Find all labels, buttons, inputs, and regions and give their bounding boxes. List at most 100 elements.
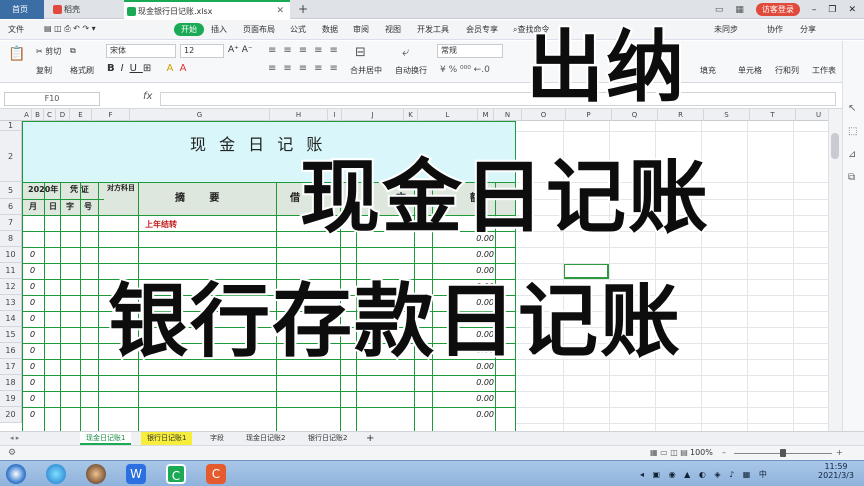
paste-icon[interactable]: 📋 (8, 46, 25, 62)
month-cell[interactable]: 0 (30, 362, 35, 371)
zoom-in-icon[interactable]: + (836, 448, 843, 457)
vertical-scrollbar[interactable] (828, 109, 842, 431)
row-header[interactable]: 5 (0, 182, 22, 199)
wps-writer-icon[interactable]: W (126, 464, 146, 484)
column-header[interactable]: N (494, 109, 522, 121)
column-header[interactable]: I (328, 109, 342, 121)
month-cell[interactable]: 0 (30, 410, 35, 419)
tray-icons[interactable]: ◂ ▣ ◉ ▲ ◐ ◈ ♪ ▦ 中 (640, 469, 770, 480)
sheet-button[interactable]: 工作表 (812, 65, 836, 76)
column-header[interactable]: S (704, 109, 750, 121)
column-header[interactable]: H (270, 109, 328, 121)
amount-cell[interactable]: 0.00 (440, 378, 494, 387)
row-header[interactable]: 10 (0, 247, 22, 263)
column-header[interactable]: G (130, 109, 270, 121)
sync-status[interactable]: 未同步 (714, 24, 738, 35)
wrap-text-button[interactable]: 自动换行 (395, 65, 427, 76)
grid-icon[interactable]: ▦ (735, 5, 744, 15)
copy-label[interactable]: 复制 (36, 65, 52, 76)
month-cell[interactable]: 0 (30, 378, 35, 387)
close-tab-icon[interactable]: ✕ (276, 2, 284, 21)
minimize-icon[interactable]: – (812, 5, 817, 15)
column-header[interactable]: K (404, 109, 418, 121)
font-size-select[interactable]: 12 (180, 44, 224, 58)
wrap-icon[interactable]: ⤶ (402, 45, 409, 60)
edge-browser-icon[interactable] (46, 464, 66, 484)
row-header[interactable]: 13 (0, 295, 22, 311)
row-header[interactable]: 18 (0, 375, 22, 391)
row-header[interactable]: 12 (0, 279, 22, 295)
add-sheet-button[interactable]: + (360, 432, 380, 445)
amount-cell[interactable]: 0.00 (440, 394, 494, 403)
row-header[interactable]: 1 (0, 121, 22, 131)
format-painter-button[interactable]: 格式刷 (70, 65, 94, 76)
clock[interactable]: 11:59 2021/3/3 (812, 462, 860, 480)
column-header[interactable]: L (418, 109, 478, 121)
row-header[interactable]: 11 (0, 263, 22, 279)
menu-member[interactable]: 会员专享 (466, 24, 498, 35)
number-format-icons[interactable]: ¥ % ⁰⁰⁰ ←.0 (440, 65, 490, 75)
wps-spreadsheet-icon[interactable]: C (166, 464, 186, 484)
tab-draft[interactable]: 稻壳 (50, 0, 120, 19)
row-header[interactable]: 17 (0, 359, 22, 375)
layout-icon[interactable]: ▭ (715, 5, 724, 15)
column-header[interactable]: D (56, 109, 70, 121)
column-header[interactable]: T (750, 109, 796, 121)
wps-presentation-icon[interactable]: C (206, 464, 226, 484)
row-header[interactable]: 6 (0, 199, 22, 215)
menu-data[interactable]: 数据 (322, 24, 338, 35)
view-mode-icons[interactable]: ▦ ▭ ◫ ▤ (650, 448, 688, 457)
row-header[interactable]: 2 (0, 131, 22, 182)
function-icon[interactable]: fx (143, 91, 152, 102)
share-button[interactable]: 分享 (800, 24, 816, 35)
new-tab-button[interactable]: + (296, 0, 310, 19)
align-icons-2[interactable]: ≡≡≡≡≡ (268, 63, 345, 74)
month-cell[interactable]: 0 (30, 330, 35, 339)
merge-center-button[interactable]: 合并居中 (350, 65, 382, 76)
month-cell[interactable]: 0 (30, 394, 35, 403)
scroll-thumb[interactable] (831, 133, 839, 159)
month-cell[interactable]: 0 (30, 314, 35, 323)
zoom-out-icon[interactable]: – (722, 448, 726, 457)
column-header[interactable]: B (32, 109, 44, 121)
month-cell[interactable]: 0 (30, 298, 35, 307)
number-format-select[interactable]: 常规 (437, 44, 503, 58)
month-cell[interactable]: 0 (30, 250, 35, 259)
column-header[interactable]: E (70, 109, 92, 121)
property-icon[interactable]: ⧉ (848, 172, 855, 183)
maximize-icon[interactable]: ❐ (828, 5, 836, 15)
column-header[interactable]: J (342, 109, 404, 121)
start-button-icon[interactable] (6, 464, 26, 484)
macro-icon[interactable]: ⚙ (8, 448, 16, 458)
quick-access-icons[interactable]: ▤ ◫ ⎙ ↶ ↷ ▾ (44, 24, 96, 34)
sheet-tab-bank2[interactable]: 银行日记账2 (302, 432, 353, 445)
font-style-icons[interactable]: BIU⊞ AA (107, 63, 192, 74)
menu-insert[interactable]: 插入 (211, 24, 227, 35)
tab-file[interactable]: 现金银行日记账.xlsx ✕ (124, 0, 290, 19)
sheet-nav-icons[interactable]: ◂ ▸ (4, 432, 25, 445)
row-header[interactable]: 8 (0, 231, 22, 247)
amount-cell[interactable]: 0.00 (440, 250, 494, 259)
visitor-login-button[interactable]: 访客登录 (755, 3, 800, 16)
formula-input[interactable] (160, 92, 836, 106)
cut-button[interactable]: ✂ 剪切 (36, 46, 61, 57)
menu-developer[interactable]: 开发工具 (417, 24, 449, 35)
row-header[interactable]: 7 (0, 215, 22, 231)
menu-file[interactable]: 文件 (8, 24, 24, 35)
column-header[interactable]: F (92, 109, 130, 121)
menu-review[interactable]: 审阅 (353, 24, 369, 35)
month-cell[interactable]: 0 (30, 266, 35, 275)
filter-icon[interactable]: ⊿ (848, 149, 856, 160)
menu-formula[interactable]: 公式 (290, 24, 306, 35)
row-header[interactable]: 20 (0, 407, 22, 423)
row-header[interactable]: 19 (0, 391, 22, 407)
row-col-button[interactable]: 行和列 (775, 65, 799, 76)
sheet-tab-field[interactable]: 字段 (204, 432, 230, 445)
tab-home[interactable]: 首页 (0, 0, 44, 19)
row-header[interactable]: 16 (0, 343, 22, 359)
grow-font-icon[interactable]: A⁺ A⁻ (228, 45, 253, 55)
menu-start[interactable]: 开始 (174, 23, 204, 36)
sheet-tab-cash1[interactable]: 现金日记账1 (80, 432, 132, 445)
collaborate-button[interactable]: 协作 (767, 24, 783, 35)
app-avatar-icon[interactable] (86, 464, 106, 484)
